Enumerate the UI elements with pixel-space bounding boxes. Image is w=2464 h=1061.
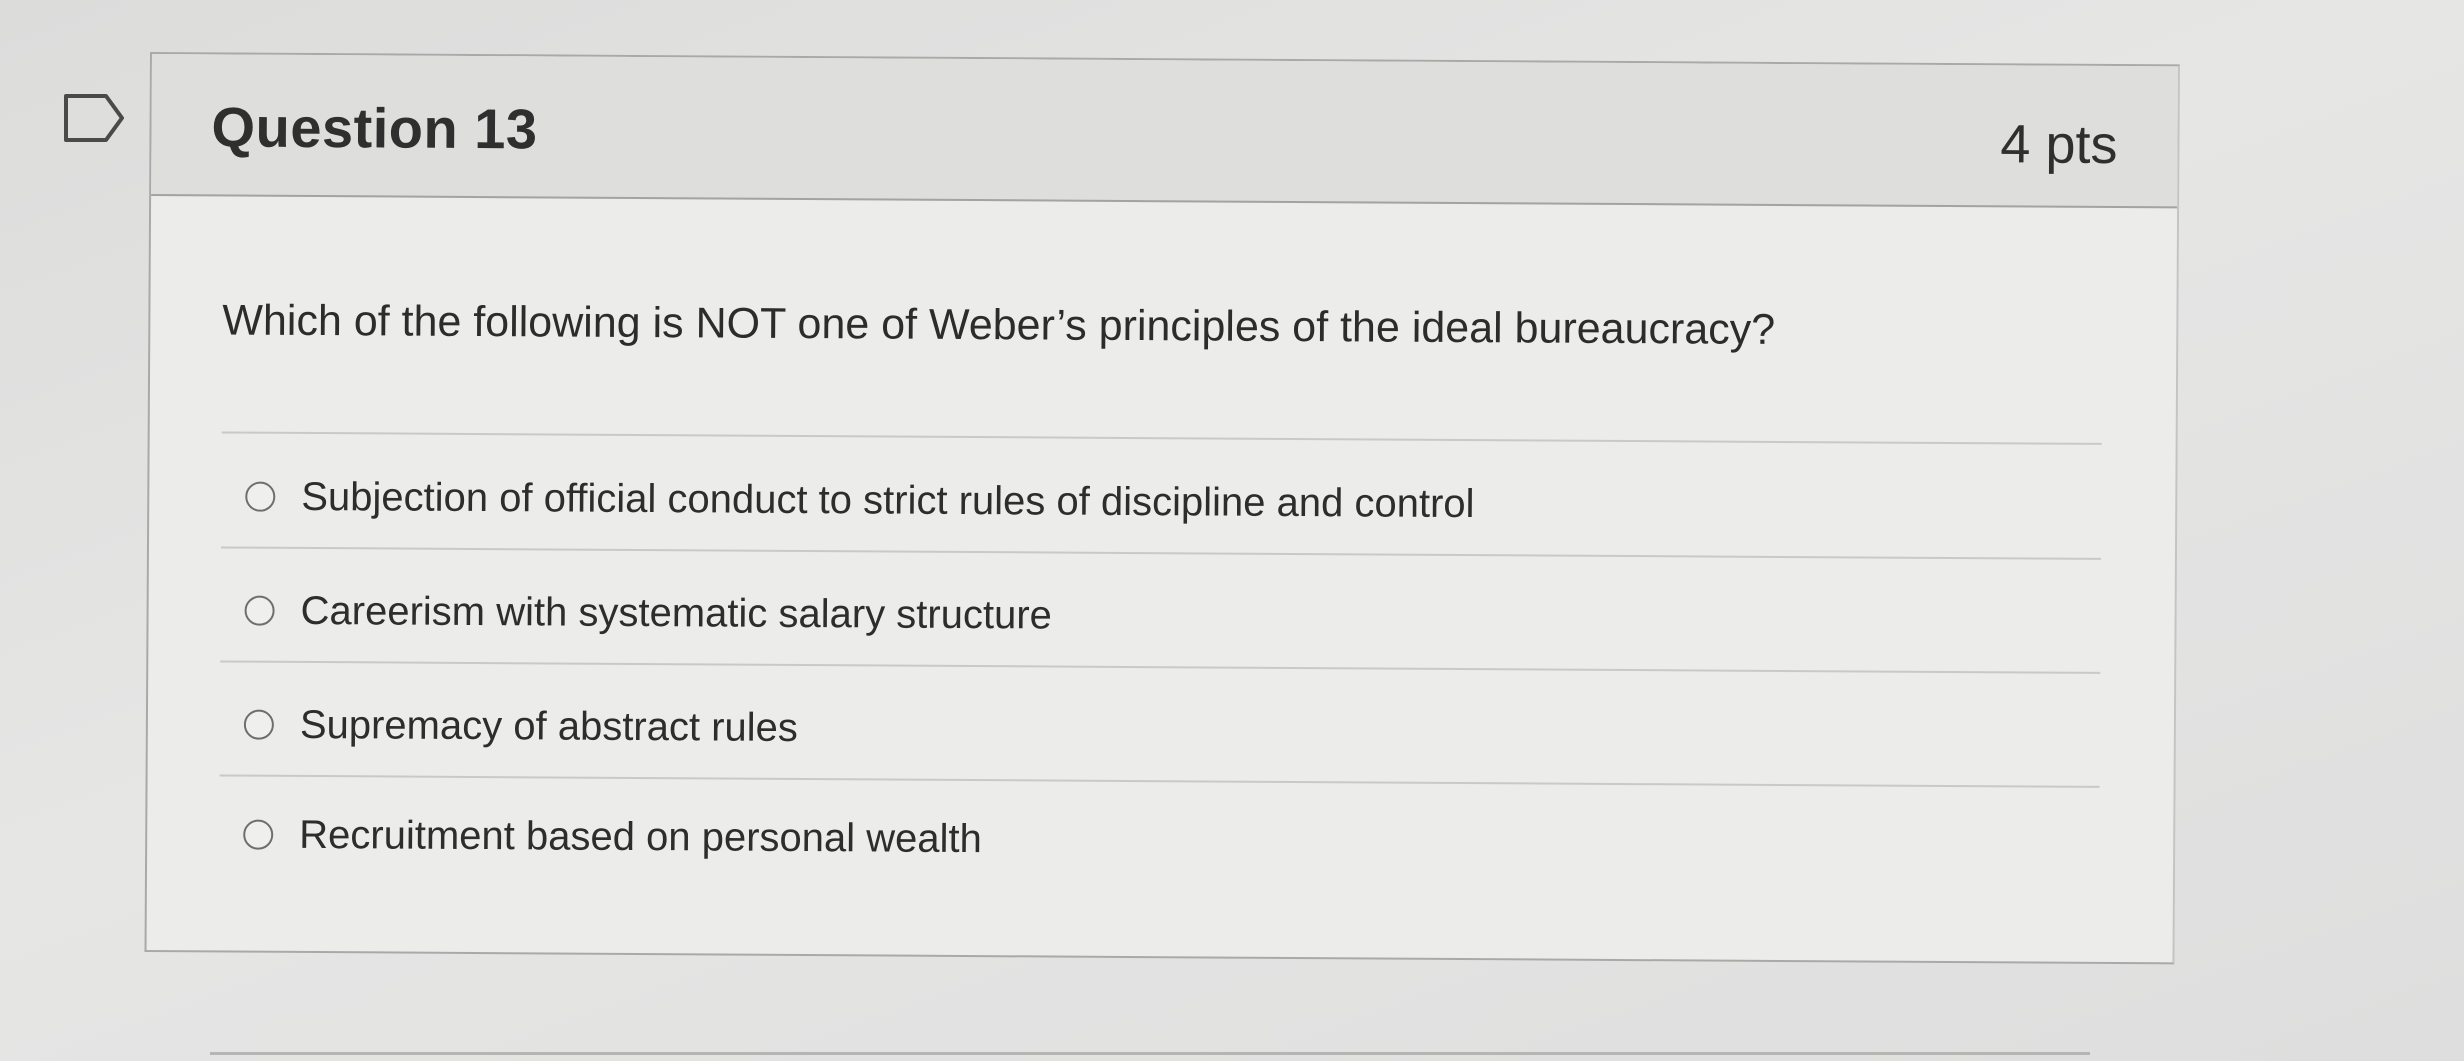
question-header: Question 13 4 pts bbox=[151, 54, 2178, 209]
question-text: Which of the following is NOT one of Web… bbox=[222, 296, 1776, 354]
answer-divider bbox=[220, 546, 2101, 560]
next-card-edge bbox=[210, 1052, 2090, 1055]
question-title: Question 13 bbox=[211, 95, 538, 161]
answer-label: Subjection of official conduct to strict… bbox=[301, 474, 1475, 526]
answer-label: Careerism with systematic salary structu… bbox=[300, 588, 1053, 638]
answer-divider bbox=[221, 431, 2102, 445]
radio-button-icon[interactable] bbox=[243, 709, 274, 740]
flag-question-icon[interactable] bbox=[62, 92, 128, 144]
radio-button-icon[interactable] bbox=[245, 481, 276, 512]
answer-label: Recruitment based on personal wealth bbox=[299, 812, 982, 861]
answer-option-3[interactable]: Supremacy of abstract rules bbox=[243, 695, 799, 758]
answer-label: Supremacy of abstract rules bbox=[299, 702, 799, 750]
answer-divider bbox=[220, 660, 2101, 674]
answer-option-1[interactable]: Subjection of official conduct to strict… bbox=[245, 467, 1475, 535]
question-card: Question 13 4 pts Which of the following… bbox=[144, 52, 2180, 965]
question-points: 4 pts bbox=[2000, 114, 2118, 176]
radio-button-icon[interactable] bbox=[243, 819, 274, 850]
answer-divider bbox=[219, 774, 2100, 788]
answer-option-4[interactable]: Recruitment based on personal wealth bbox=[243, 805, 982, 870]
answer-option-2[interactable]: Careerism with systematic salary structu… bbox=[244, 581, 1052, 646]
radio-button-icon[interactable] bbox=[244, 595, 275, 626]
